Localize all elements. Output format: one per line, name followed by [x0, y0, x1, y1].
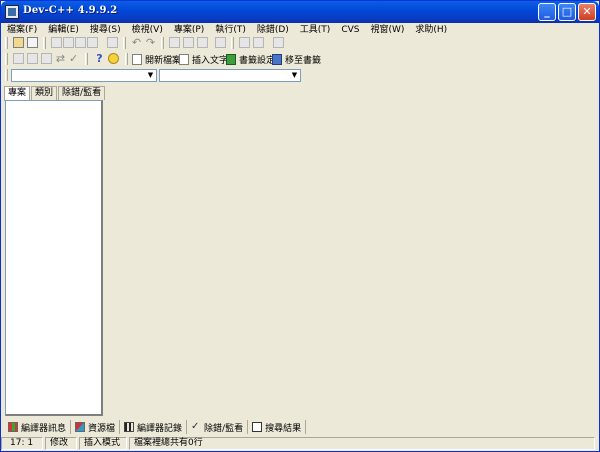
save-all-icon[interactable]: [75, 37, 86, 48]
new-project-icon[interactable]: [13, 37, 24, 48]
bottom-panel-tabs: 編譯器訊息 資源檔 編譯器記錄 ✓ 除錯/監看 搜尋結果: [4, 420, 307, 434]
help-icon[interactable]: ?: [94, 53, 105, 64]
status-position: 17: 1: [1, 437, 43, 450]
about-icon[interactable]: [108, 53, 119, 64]
debug-check-icon[interactable]: ✓: [69, 53, 80, 64]
print-icon[interactable]: [107, 37, 118, 48]
toolbar-grip[interactable]: [43, 37, 46, 49]
status-modified: 修改: [45, 437, 77, 450]
tab-compiler-messages-label: 編譯器訊息: [21, 423, 67, 434]
project-options-icon[interactable]: [273, 37, 284, 48]
status-insert-mode: 插入模式: [79, 437, 127, 450]
status-bar: 17: 1 修改 插入模式 檔案裡總共有0行: [1, 437, 599, 451]
find-results-icon: [252, 422, 263, 432]
compile-log-icon: [124, 422, 135, 432]
new-file-icon[interactable]: [51, 37, 62, 48]
toolbar-grip[interactable]: [5, 69, 8, 81]
tab-compile-log-label: 編譯器記錄: [137, 423, 183, 434]
status-line-count: 檔案裡總共有0行: [129, 437, 595, 450]
tab-find-results[interactable]: 搜尋結果: [248, 420, 307, 434]
tab-resources[interactable]: 資源檔: [71, 420, 121, 434]
undo-icon[interactable]: ↶: [131, 37, 142, 48]
window-title: Dev-C++ 4.9.9.2: [23, 5, 118, 16]
find-icon[interactable]: [169, 37, 180, 48]
toolbar-grip[interactable]: [85, 53, 88, 65]
main-toolbar: ↶ ↷: [1, 35, 599, 51]
debug-check-icon: ✓: [191, 421, 200, 432]
find-next-icon[interactable]: [197, 37, 208, 48]
remove-from-project-icon[interactable]: [253, 37, 264, 48]
tab-compile-log[interactable]: 編譯器記錄: [120, 420, 188, 434]
minimize-button[interactable]: _: [538, 3, 556, 21]
bookmark-set-icon: [226, 54, 236, 65]
bookmark-set-button[interactable]: 書籤設定: [226, 53, 275, 66]
tab-debug[interactable]: ✓ 除錯/監看: [187, 420, 249, 434]
toolbar-grip[interactable]: [161, 37, 164, 49]
chevron-down-icon[interactable]: ▼: [145, 70, 156, 81]
title-bar: Dev-C++ 4.9.9.2 _ □ ✕: [1, 1, 599, 23]
replace-icon[interactable]: [183, 37, 194, 48]
redo-icon[interactable]: ↷: [145, 37, 156, 48]
run-icon[interactable]: [27, 53, 38, 64]
app-icon: [5, 5, 19, 19]
close-file-icon[interactable]: [87, 37, 98, 48]
tab-debug-label: 除錯/監看: [204, 423, 244, 434]
goto-line-icon[interactable]: [215, 37, 226, 48]
class-browser-bar: ▼ ▼: [1, 69, 599, 83]
chevron-down-icon[interactable]: ▼: [289, 70, 300, 81]
rebuild-icon[interactable]: ⇄: [55, 53, 66, 64]
add-to-project-icon[interactable]: [239, 37, 250, 48]
compile-icon[interactable]: [13, 53, 24, 64]
open-icon[interactable]: [27, 37, 38, 48]
left-panel-tabs: 專案 類別 除錯/監看: [4, 86, 106, 101]
goto-bookmark-icon: [272, 54, 282, 65]
tab-project[interactable]: 專案: [4, 86, 31, 101]
tab-classes[interactable]: 類別: [31, 86, 58, 100]
tab-compiler-messages[interactable]: 編譯器訊息: [4, 420, 72, 434]
insert-text-label: 插入文字: [192, 56, 229, 66]
tab-debug-watch[interactable]: 除錯/監看: [58, 86, 106, 100]
goto-bookmark-label: 移至書籤: [285, 56, 322, 66]
tab-resources-label: 資源檔: [88, 423, 116, 434]
toolbar-grip[interactable]: [123, 37, 126, 49]
toolbar-grip[interactable]: [125, 53, 128, 65]
toolbar-grip[interactable]: [5, 53, 8, 65]
secondary-toolbar: ⇄ ✓ ? 開新檔案 插入文字 書籤設定 移至書籤: [1, 51, 599, 67]
new-file-button[interactable]: 開新檔案: [132, 53, 181, 66]
project-tree-panel[interactable]: [5, 100, 103, 416]
save-icon[interactable]: [63, 37, 74, 48]
resources-icon: [75, 422, 86, 432]
insert-text-icon: [179, 54, 189, 65]
class-combo[interactable]: ▼: [11, 69, 157, 82]
dev-cpp-window: Dev-C++ 4.9.9.2 _ □ ✕ 檔案(F) 編輯(E) 搜尋(S) …: [0, 0, 600, 452]
goto-bookmark-button[interactable]: 移至書籤: [272, 53, 321, 66]
new-file-small-icon: [132, 54, 142, 65]
toolbar-grip[interactable]: [231, 37, 234, 49]
bookmark-set-label: 書籤設定: [239, 56, 276, 66]
compiler-messages-icon: [8, 422, 18, 432]
toolbar-grip[interactable]: [5, 37, 8, 49]
new-file-label: 開新檔案: [145, 56, 182, 66]
compile-run-icon[interactable]: [41, 53, 52, 64]
maximize-button[interactable]: □: [558, 3, 576, 21]
member-combo[interactable]: ▼: [159, 69, 301, 82]
tab-find-results-label: 搜尋結果: [265, 423, 302, 434]
close-button[interactable]: ✕: [578, 3, 596, 21]
insert-text-button[interactable]: 插入文字: [179, 53, 228, 66]
